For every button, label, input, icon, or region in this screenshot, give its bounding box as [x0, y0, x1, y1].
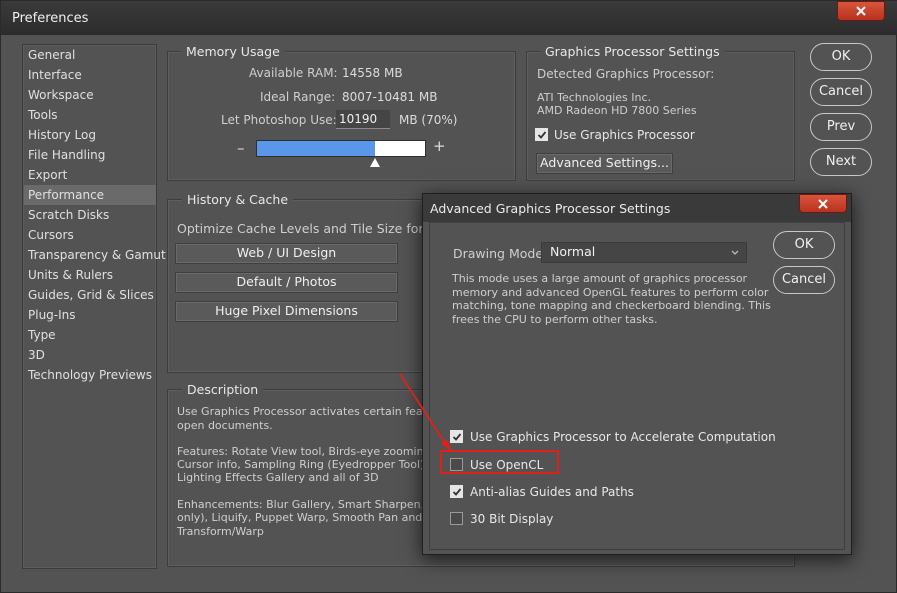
next-button[interactable]: Next: [810, 148, 872, 176]
chevron-down-icon: [731, 250, 739, 255]
advanced-ok-button[interactable]: OK: [773, 231, 835, 259]
drawing-mode-select[interactable]: Normal: [541, 242, 747, 263]
sidebar-item-workspace[interactable]: Workspace: [24, 85, 156, 105]
memory-decrease-button[interactable]: –: [237, 139, 245, 157]
description-title: Description: [182, 382, 264, 397]
mode-description-line: frees the CPU to perform other tasks.: [452, 313, 658, 326]
sidebar-item-cursors[interactable]: Cursors: [24, 225, 156, 245]
advanced-close-button[interactable]: [799, 194, 847, 213]
optimize-cache-label: Optimize Cache Levels and Tile Size for:: [177, 221, 428, 236]
sidebar-item-transparency-gamut[interactable]: Transparency & Gamut: [24, 245, 166, 265]
use-gpu-checkbox[interactable]: [535, 128, 548, 141]
sidebar-item-general[interactable]: General: [24, 45, 156, 65]
available-ram-label: Available RAM:: [249, 66, 338, 80]
cancel-button[interactable]: Cancel: [810, 78, 872, 106]
sidebar-item-tools[interactable]: Tools: [24, 105, 156, 125]
history-cache-title: History & Cache: [182, 192, 294, 207]
sidebar-item-guides-grid-slices[interactable]: Guides, Grid & Slices: [24, 285, 156, 305]
sidebar-item-plug-ins[interactable]: Plug-Ins: [24, 305, 156, 325]
huge-pixel-dimensions-button[interactable]: Huge Pixel Dimensions: [175, 301, 398, 322]
memory-amount-input[interactable]: 10190: [336, 110, 390, 129]
anti-alias-label: Anti-alias Guides and Paths: [470, 485, 634, 499]
annotation-highlight-box: [440, 450, 559, 474]
memory-unit-label: MB (70%): [399, 113, 458, 127]
anti-alias-checkbox[interactable]: [450, 485, 463, 498]
gpu-model: AMD Radeon HD 7800 Series: [537, 104, 697, 117]
sidebar-item-type[interactable]: Type: [24, 325, 156, 345]
web-ui-design-button[interactable]: Web / UI Design: [175, 243, 398, 264]
memory-slider-fill: [257, 141, 375, 156]
gpu-settings-title: Graphics Processor Settings: [540, 44, 725, 59]
use-gpu-label: Use Graphics Processor: [554, 128, 695, 142]
available-ram-value: 14558 MB: [342, 66, 403, 80]
preferences-sidebar: General Interface Workspace Tools Histor…: [22, 44, 166, 569]
checkmark-icon: [452, 433, 462, 441]
mode-description-line: memory and advanced OpenGL features to p…: [452, 286, 769, 299]
sidebar-item-history-log[interactable]: History Log: [24, 125, 156, 145]
description-line: Enhancements: Blur Gallery, Smart Sharpe…: [177, 498, 452, 511]
detected-gpu-label: Detected Graphics Processor:: [537, 67, 715, 81]
accelerate-computation-label: Use Graphics Processor to Accelerate Com…: [470, 430, 776, 444]
ideal-range-value: 8007-10481 MB: [342, 90, 438, 104]
close-button[interactable]: [837, 1, 885, 21]
advanced-settings-button[interactable]: Advanced Settings...: [536, 153, 673, 174]
ok-button[interactable]: OK: [810, 43, 872, 71]
window-title: Preferences: [12, 11, 89, 26]
advanced-cancel-button[interactable]: Cancel: [773, 266, 835, 294]
mode-description-line: This mode uses a large amount of graphic…: [452, 272, 748, 285]
sidebar-item-performance[interactable]: Performance: [24, 185, 156, 205]
drawing-mode-value: Normal: [550, 244, 596, 259]
checkmark-icon: [537, 131, 547, 139]
memory-increase-button[interactable]: +: [433, 137, 446, 155]
sidebar-item-export[interactable]: Export: [24, 165, 156, 185]
preferences-titlebar: Preferences: [1, 1, 897, 35]
description-line: Features: Rotate View tool, Birds-eye zo…: [177, 445, 435, 458]
mode-description-line: matching, tone mapping and checkerboard …: [452, 299, 771, 312]
let-photoshop-use-label: Let Photoshop Use:: [221, 113, 337, 127]
gpu-vendor: ATI Technologies Inc.: [537, 91, 652, 104]
sidebar-item-scratch-disks[interactable]: Scratch Disks: [24, 205, 156, 225]
description-line: Cursor info, Sampling Ring (Eyedropper T…: [177, 458, 440, 471]
description-line: Lighting Effects Gallery and all of 3D: [177, 471, 379, 484]
close-icon: [818, 199, 828, 209]
drawing-mode-label: Drawing Mode:: [453, 246, 548, 261]
30-bit-display-checkbox[interactable]: [450, 512, 463, 525]
description-line: Use Graphics Processor activates certain…: [177, 405, 445, 418]
checkmark-icon: [452, 488, 462, 496]
sidebar-item-units-rulers[interactable]: Units & Rulers: [24, 265, 156, 285]
description-line: Transform/Warp: [177, 525, 264, 538]
sidebar-item-technology-previews[interactable]: Technology Previews: [24, 365, 156, 385]
ideal-range-label: Ideal Range:: [260, 90, 336, 104]
memory-slider[interactable]: [256, 140, 426, 157]
sidebar-item-interface[interactable]: Interface: [24, 65, 156, 85]
memory-usage-title: Memory Usage: [181, 44, 285, 59]
prev-button[interactable]: Prev: [810, 113, 872, 141]
close-icon: [856, 6, 866, 16]
description-line: open documents.: [177, 419, 273, 432]
sidebar-item-file-handling[interactable]: File Handling: [24, 145, 156, 165]
advanced-dialog-title: Advanced Graphics Processor Settings: [430, 201, 671, 216]
description-line: only), Liquify, Puppet Warp, Smooth Pan …: [177, 511, 447, 524]
accelerate-computation-checkbox[interactable]: [450, 430, 463, 443]
memory-slider-thumb[interactable]: [370, 158, 380, 167]
sidebar-item-3d[interactable]: 3D: [24, 345, 156, 365]
30-bit-display-label: 30 Bit Display: [470, 512, 554, 526]
advanced-dialog-titlebar: Advanced Graphics Processor Settings: [423, 194, 851, 222]
default-photos-button[interactable]: Default / Photos: [175, 272, 398, 293]
